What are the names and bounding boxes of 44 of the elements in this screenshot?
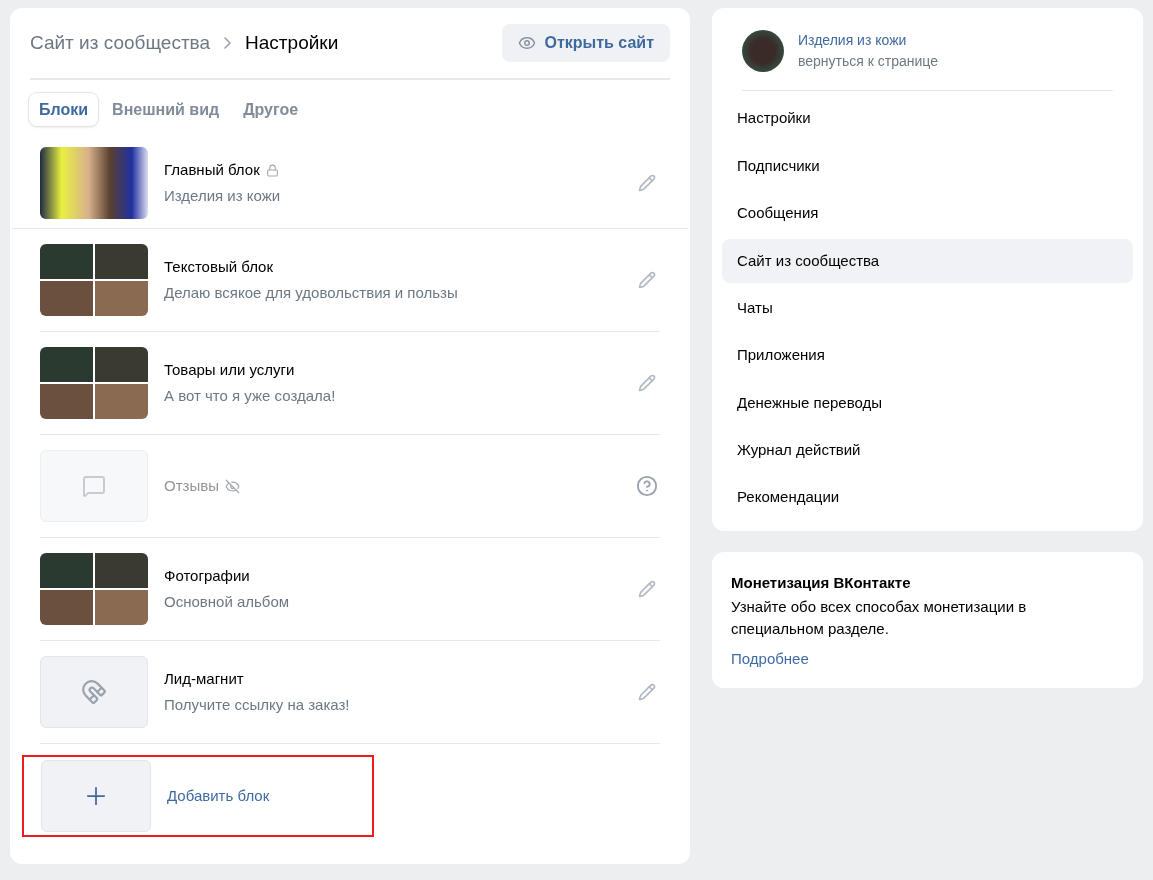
lock-icon: [265, 163, 279, 177]
promo-text: Узнайте обо всех способах монетизации в специальном разделе.: [731, 596, 1028, 639]
block-title: Текстовый блок: [164, 257, 273, 277]
add-block-tile[interactable]: [41, 760, 151, 832]
avatar[interactable]: [742, 30, 784, 72]
pencil-icon[interactable]: [638, 174, 656, 192]
menu-item[interactable]: Журнал действий: [722, 428, 1133, 473]
block-subtitle: А вот что я уже создала!: [164, 385, 337, 406]
block-subtitle: Изделия из кожи: [164, 185, 282, 206]
menu-item[interactable]: Чаты: [722, 286, 1133, 331]
pencil-icon[interactable]: [638, 374, 656, 392]
community-name[interactable]: Изделия из кожи: [798, 30, 938, 51]
promo-title: Монетизация ВКонтакте: [731, 573, 912, 593]
block-title: Отзывы: [164, 475, 219, 496]
menu-item[interactable]: Денежные переводы: [722, 380, 1133, 425]
magnet-icon: [81, 679, 107, 705]
breadcrumb-link[interactable]: Сайт из сообщества: [30, 28, 211, 58]
block-subtitle: Делаю всякое для удовольствия и пользы: [164, 282, 459, 303]
pencil-icon[interactable]: [638, 271, 656, 289]
pencil-icon[interactable]: [638, 683, 656, 701]
menu-item[interactable]: Приложения: [722, 333, 1133, 378]
eye-icon: [518, 34, 537, 52]
block-subtitle: Основной альбом: [164, 591, 291, 612]
open-site-button[interactable]: Открыть сайт: [502, 24, 670, 62]
help-icon[interactable]: [636, 475, 658, 497]
menu-item[interactable]: Рекомендации: [722, 475, 1133, 520]
block-subtitle: Получите ссылку на заказ!: [164, 694, 351, 715]
menu-item[interactable]: Настройки: [722, 96, 1133, 141]
block-title: Лид-магнит: [164, 669, 244, 689]
block-title: Главный блок: [164, 160, 260, 180]
block-title: Товары или услуги: [164, 360, 295, 380]
menu-item[interactable]: Подписчики: [722, 144, 1133, 189]
menu-item[interactable]: Сообщения: [722, 191, 1133, 236]
tab[interactable]: Блоки: [29, 93, 99, 126]
menu-item[interactable]: Сайт из сообщества: [722, 238, 1133, 283]
pencil-icon[interactable]: [638, 580, 656, 598]
details-link[interactable]: Подробнее: [731, 647, 1124, 670]
eye-off-icon: [224, 478, 240, 494]
block-title: Фотографии: [164, 566, 250, 586]
chevron-icon: [224, 37, 232, 49]
comment-icon: [82, 474, 106, 498]
page-title: Настройки: [245, 30, 339, 55]
back-link[interactable]: вернуться к странице: [798, 51, 938, 72]
add-block-link[interactable]: Добавить блок: [167, 784, 270, 808]
